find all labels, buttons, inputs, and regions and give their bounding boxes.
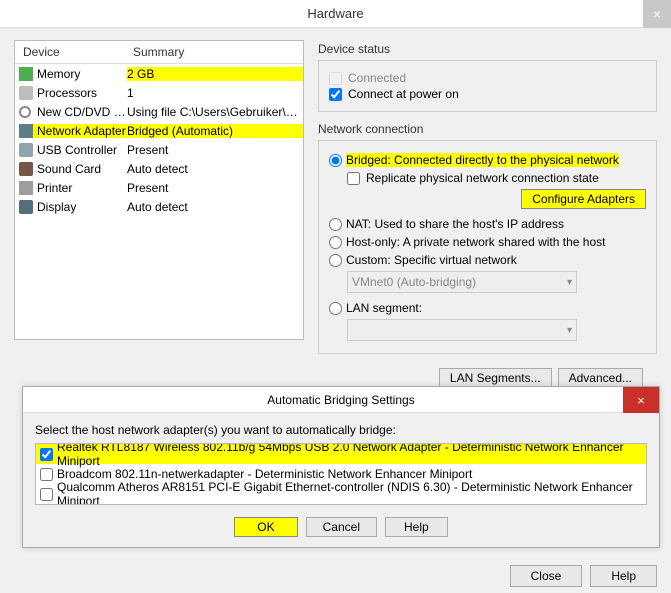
device-row[interactable]: New CD/DVD (...Using file C:\Users\Gebru… — [15, 102, 303, 121]
bridging-titlebar: Automatic Bridging Settings × — [23, 387, 659, 413]
device-summary: 2 GB — [127, 67, 303, 81]
lansegment-radio[interactable] — [329, 302, 342, 315]
device-name: Printer — [35, 181, 127, 195]
adapter-list: Realtek RTL8187 Wireless 802.11b/g 54Mbp… — [35, 443, 647, 505]
adapter-checkbox[interactable] — [40, 468, 53, 481]
device-name: USB Controller — [35, 143, 127, 157]
advanced-button[interactable]: Advanced... — [558, 368, 643, 388]
adapter-row[interactable]: Qualcomm Atheros AR8151 PCI-E Gigabit Et… — [36, 484, 646, 504]
right-panel: Device status Connected Connect at power… — [318, 40, 657, 380]
custom-radio[interactable] — [329, 254, 342, 267]
bridging-dialog: Automatic Bridging Settings × Select the… — [22, 386, 660, 548]
bridging-prompt: Select the host network adapter(s) you w… — [35, 423, 647, 437]
device-summary: Present — [127, 181, 303, 195]
dsp-icon — [19, 200, 33, 214]
device-row[interactable]: Network AdapterBridged (Automatic) — [15, 121, 303, 140]
cpu-icon — [19, 86, 33, 100]
cd-icon — [19, 106, 31, 118]
hardware-titlebar: Hardware × — [0, 0, 671, 28]
connected-label: Connected — [348, 71, 406, 85]
usb-icon — [19, 143, 33, 157]
chevron-down-icon: ▾ — [567, 325, 572, 336]
adapter-label: Broadcom 802.11n-netwerkadapter - Determ… — [57, 467, 472, 481]
custom-label: Custom: Specific virtual network — [346, 253, 517, 267]
device-name: New CD/DVD (... — [35, 105, 127, 119]
device-name: Memory — [35, 67, 127, 81]
device-row[interactable]: Sound CardAuto detect — [15, 159, 303, 178]
device-summary: Using file C:\Users\Gebruiker\Des... — [127, 105, 303, 119]
snd-icon — [19, 162, 33, 176]
chevron-down-icon: ▾ — [567, 277, 572, 288]
configure-adapters-button[interactable]: Configure Adapters — [521, 189, 646, 209]
device-name: Display — [35, 200, 127, 214]
device-summary: Auto detect — [127, 162, 303, 176]
device-summary: 1 — [127, 86, 303, 100]
network-connection-title: Network connection — [318, 122, 657, 136]
connect-poweron-label: Connect at power on — [348, 87, 459, 101]
adapter-label: Realtek RTL8187 Wireless 802.11b/g 54Mbp… — [57, 443, 642, 468]
adapter-label: Qualcomm Atheros AR8151 PCI-E Gigabit Et… — [57, 480, 642, 505]
device-row[interactable]: DisplayAuto detect — [15, 197, 303, 216]
bridged-label: Bridged: Connected directly to the physi… — [346, 153, 619, 167]
hostonly-radio[interactable] — [329, 236, 342, 249]
main-area: Device Summary Memory2 GBProcessors1New … — [0, 28, 671, 386]
device-summary: Bridged (Automatic) — [127, 124, 303, 138]
device-name: Sound Card — [35, 162, 127, 176]
hardware-title: Hardware — [307, 6, 363, 21]
device-name: Processors — [35, 86, 127, 100]
lansegment-label: LAN segment: — [346, 301, 422, 315]
net-icon — [19, 124, 33, 138]
device-row[interactable]: USB ControllerPresent — [15, 140, 303, 159]
device-status-group: Connected Connect at power on — [318, 60, 657, 112]
close-icon[interactable]: × — [623, 387, 659, 413]
column-summary[interactable]: Summary — [125, 41, 192, 63]
bridged-radio[interactable] — [329, 154, 342, 167]
lan-segments-button[interactable]: LAN Segments... — [439, 368, 552, 388]
device-row[interactable]: Memory2 GB — [15, 64, 303, 83]
adapter-row[interactable]: Realtek RTL8187 Wireless 802.11b/g 54Mbp… — [36, 444, 646, 464]
column-device[interactable]: Device — [15, 41, 125, 63]
device-status-title: Device status — [318, 42, 657, 56]
help-button[interactable]: Help — [385, 517, 448, 537]
ok-button[interactable]: OK — [234, 517, 297, 537]
cancel-button[interactable]: Cancel — [306, 517, 377, 537]
bridging-title: Automatic Bridging Settings — [267, 393, 414, 407]
hostonly-label: Host-only: A private network shared with… — [346, 235, 605, 249]
prn-icon — [19, 181, 33, 195]
connect-poweron-checkbox[interactable] — [329, 88, 342, 101]
device-table: Device Summary Memory2 GBProcessors1New … — [14, 40, 304, 340]
adapter-checkbox[interactable] — [40, 448, 53, 461]
device-table-header: Device Summary — [15, 41, 303, 64]
device-row[interactable]: Processors1 — [15, 83, 303, 102]
device-summary: Present — [127, 143, 303, 157]
device-name: Network Adapter — [35, 124, 127, 138]
device-summary: Auto detect — [127, 200, 303, 214]
mem-icon — [19, 67, 33, 81]
connected-checkbox — [329, 72, 342, 85]
vmnet-value: VMnet0 (Auto-bridging) — [352, 275, 476, 289]
nat-label: NAT: Used to share the host's IP address — [346, 217, 564, 231]
network-connection-group: Bridged: Connected directly to the physi… — [318, 140, 657, 354]
replicate-label: Replicate physical network connection st… — [366, 171, 599, 185]
replicate-checkbox[interactable] — [347, 172, 360, 185]
close-icon[interactable]: × — [643, 0, 671, 28]
adapter-checkbox[interactable] — [40, 488, 53, 501]
lansegment-select: ▾ — [347, 319, 577, 341]
nat-radio[interactable] — [329, 218, 342, 231]
close-button[interactable]: Close — [510, 565, 583, 587]
device-row[interactable]: PrinterPresent — [15, 178, 303, 197]
vmnet-select: VMnet0 (Auto-bridging) ▾ — [347, 271, 577, 293]
help-button[interactable]: Help — [590, 565, 657, 587]
